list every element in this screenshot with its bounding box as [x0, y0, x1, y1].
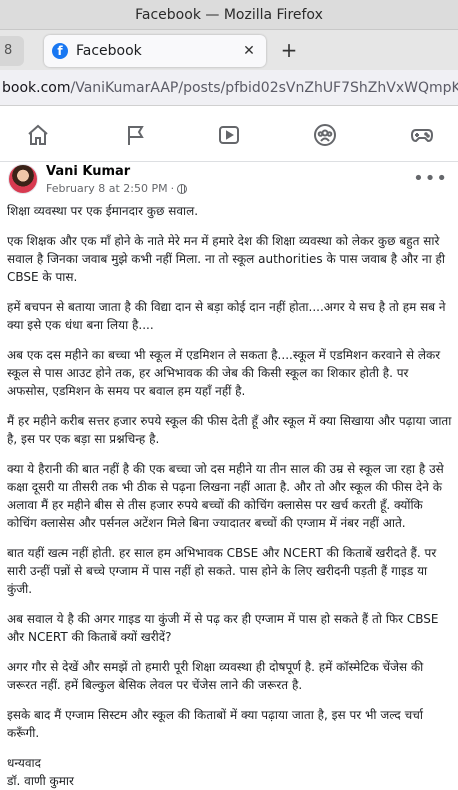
post-paragraph: क्या ये हैरानी की बात नहीं है की एक बच्च…: [7, 462, 444, 530]
close-tab-icon[interactable]: ✕: [240, 43, 258, 59]
post-paragraph: अब सवाल ये है की अगर गाइड या कुंजी में स…: [7, 612, 439, 644]
post-paragraph: बात यहीं खत्म नहीं होती. हर साल हम अभिभा…: [7, 546, 437, 596]
address-bar[interactable]: book.com/VaniKumarAAP/posts/pfbid02sVnZh…: [0, 70, 458, 106]
post: Vani Kumar February 8 at 2:50 PM · ••• श…: [0, 162, 458, 788]
url-host: book.com: [2, 79, 71, 96]
url-path: /VaniKumarAAP/posts/pfbid02sVnZhUF7ShZhV…: [70, 79, 458, 96]
post-signature: डॉ. वाणी कुमार: [7, 774, 74, 788]
url-text[interactable]: book.com/VaniKumarAAP/posts/pfbid02sVnZh…: [2, 80, 458, 96]
post-paragraph: अगर गौर से देखें और समझें तो हमारी पूरी …: [7, 660, 424, 692]
post-meta: February 8 at 2:50 PM ·: [46, 182, 188, 195]
more-options-icon[interactable]: •••: [413, 168, 448, 189]
post-paragraph: अब एक दस महीने का बच्चा भी स्कूल में एडम…: [7, 348, 441, 398]
post-paragraph: शिक्षा व्यवस्था पर एक ईमानदार कुछ सवाल.: [7, 204, 199, 218]
video-icon[interactable]: [207, 118, 251, 152]
post-timestamp[interactable]: February 8 at 2:50 PM: [46, 182, 168, 195]
flag-icon[interactable]: [114, 118, 158, 152]
tab-facebook[interactable]: f Facebook ✕: [44, 35, 266, 67]
gaming-icon[interactable]: [400, 118, 444, 152]
post-paragraph: मैं हर महीने करीब सत्तर हजार रुपये स्कूल…: [7, 414, 452, 446]
globe-icon: [177, 183, 188, 194]
meta-separator: ·: [170, 182, 175, 195]
post-author[interactable]: Vani Kumar: [46, 164, 130, 179]
new-tab-button[interactable]: +: [278, 39, 300, 61]
window-title: Facebook — Mozilla Firefox: [135, 6, 323, 23]
post-body: शिक्षा व्यवस्था पर एक ईमानदार कुछ सवाल. …: [7, 202, 453, 790]
post-signoff: धन्यवाद: [7, 756, 42, 770]
facebook-nav-bar: [0, 106, 458, 162]
post-paragraph: इसके बाद मैं एग्जाम सिस्टम और स्कूल की क…: [7, 708, 423, 740]
tab-title: Facebook: [76, 43, 142, 59]
groups-icon[interactable]: [303, 118, 347, 152]
tab-previous[interactable]: 8: [0, 36, 24, 66]
post-paragraph: हमें बचपन से बताया जाता है की विद्या दान…: [7, 300, 446, 332]
post-paragraph: एक शिक्षक और एक माँ होने के नाते मेरे मन…: [7, 234, 445, 284]
facebook-favicon-icon: f: [52, 43, 68, 59]
window-titlebar: Facebook — Mozilla Firefox: [0, 0, 458, 30]
tab-strip: 8 f Facebook ✕ +: [0, 30, 458, 70]
avatar[interactable]: [8, 164, 38, 194]
home-icon[interactable]: [16, 118, 60, 152]
